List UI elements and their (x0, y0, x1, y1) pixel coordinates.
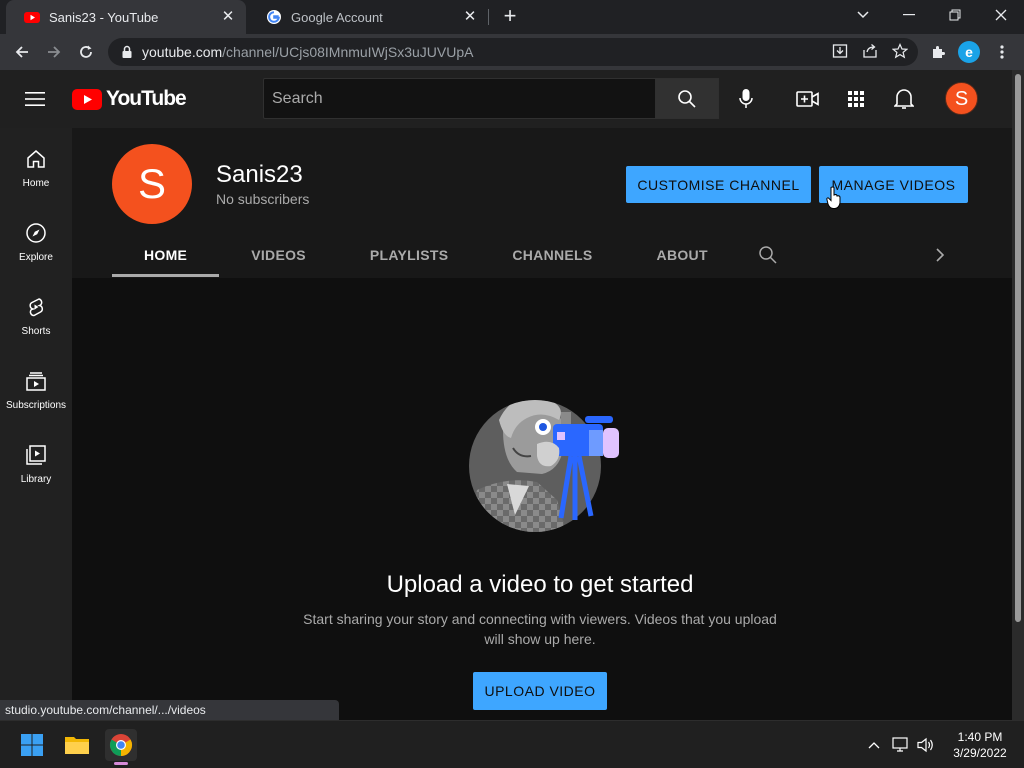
show-hidden-icons-chevron-icon[interactable] (864, 735, 884, 755)
chrome-menu-icon[interactable] (990, 40, 1014, 64)
tab-title: Google Account (291, 9, 383, 25)
youtube-logo[interactable]: YouTube (72, 87, 187, 111)
tab-close-icon[interactable]: ✕ (462, 9, 478, 25)
chrome-taskbar-button[interactable] (105, 729, 137, 761)
network-icon[interactable] (891, 735, 911, 755)
taskbar-clock[interactable]: 1:40 PM 3/29/2022 (944, 729, 1016, 761)
folder-icon (65, 737, 89, 754)
restore-button[interactable] (932, 0, 978, 30)
clock-time: 1:40 PM (957, 730, 1003, 744)
video-create-icon (796, 91, 819, 107)
subscriptions-icon (26, 372, 46, 391)
chrome-icon (110, 734, 132, 756)
shorts-icon (29, 298, 44, 317)
link-status-bubble: studio.youtube.com/channel/.../videos (0, 700, 339, 720)
customise-channel-button[interactable]: CUSTOMISE CHANNEL (626, 166, 811, 203)
youtube-play-logo-icon (72, 88, 102, 110)
microphone-icon (739, 89, 753, 108)
hamburger-menu-icon[interactable] (25, 89, 45, 109)
channel-tabs: HOME VIDEOS PLAYLISTS CHANNELS ABOUT (112, 233, 740, 277)
apps-button[interactable] (843, 86, 869, 112)
tab-title: Sanis23 - YouTube (49, 9, 159, 25)
guide-item-library[interactable]: Library (0, 424, 72, 498)
url-host: youtube.com (142, 44, 223, 60)
share-icon[interactable] (862, 43, 878, 59)
browser-tab-google-account[interactable]: Google Account ✕ (248, 0, 488, 34)
new-tab-button[interactable]: + (498, 5, 522, 29)
active-app-indicator (114, 762, 128, 765)
upload-video-button[interactable]: UPLOAD VIDEO (473, 672, 607, 710)
tab-close-icon[interactable]: ✕ (220, 9, 236, 25)
browser-toolbar: youtube.com/channel/UCjs08IMnmuIWjSx3uJU… (0, 34, 1024, 70)
notifications-button[interactable] (891, 86, 917, 112)
compass-icon (26, 223, 46, 243)
address-bar[interactable]: youtube.com/channel/UCjs08IMnmuIWjSx3uJU… (108, 38, 918, 66)
guide-item-label: Library (20, 474, 52, 485)
voice-search-button[interactable] (730, 83, 762, 115)
extension-e-icon[interactable]: e (958, 41, 980, 63)
tab-videos[interactable]: VIDEOS (219, 233, 338, 277)
videographer-illustration-icon (469, 400, 619, 532)
page-scrollbar[interactable] (1012, 70, 1024, 720)
apps-grid-icon (848, 91, 864, 107)
clock-date: 3/29/2022 (953, 746, 1007, 760)
windows-logo-icon (21, 734, 43, 756)
guide-item-label: Subscriptions (5, 400, 67, 411)
tab-channels[interactable]: CHANNELS (480, 233, 624, 277)
search-input[interactable]: Search (263, 78, 656, 119)
tab-home[interactable]: HOME (112, 233, 220, 277)
subscriber-count: No subscribers (216, 191, 310, 207)
file-explorer-button[interactable] (61, 729, 93, 761)
library-icon (26, 445, 46, 465)
search-icon (678, 89, 696, 108)
youtube-favicon-icon (24, 12, 40, 23)
youtube-masthead: YouTube Search S (0, 70, 1024, 128)
guide-item-shorts[interactable]: Shorts (0, 276, 72, 350)
browser-tab-strip: Sanis23 - YouTube ✕ Google Account ✕ + (0, 0, 1024, 34)
install-app-icon[interactable] (832, 43, 848, 59)
start-button[interactable] (16, 729, 48, 761)
windows-taskbar: 1:40 PM 3/29/2022 (0, 720, 1024, 768)
reload-icon[interactable] (74, 40, 98, 64)
scrollbar-thumb[interactable] (1015, 74, 1021, 622)
channel-header: S Sanis23 No subscribers CUSTOMISE CHANN… (72, 128, 1012, 278)
youtube-wordmark: YouTube (106, 87, 187, 110)
guide-item-explore[interactable]: Explore (0, 202, 72, 276)
tab-search-dropdown-icon[interactable] (840, 0, 886, 30)
hand-cursor-icon (826, 186, 841, 209)
channel-avatar: S (112, 144, 192, 224)
chevron-right-icon[interactable] (930, 245, 950, 265)
tab-separator (488, 9, 489, 25)
tab-about[interactable]: ABOUT (625, 233, 740, 277)
google-favicon-icon (267, 10, 281, 24)
empty-state-title: Upload a video to get started (386, 571, 694, 598)
guide-item-subscriptions[interactable]: Subscriptions (0, 350, 72, 424)
extensions-puzzle-icon[interactable] (926, 40, 950, 64)
mini-guide-sidebar: Home Explore Shorts Subscriptions Librar… (0, 128, 72, 720)
search-button[interactable] (655, 78, 719, 119)
guide-item-label: Home (22, 178, 50, 189)
bell-icon (894, 89, 914, 109)
url-path: /channel/UCjs08IMnmuIWjSx3uJUVUpA (222, 44, 474, 60)
forward-arrow-icon[interactable] (42, 40, 66, 64)
bookmark-star-icon[interactable] (892, 43, 908, 59)
channel-name: Sanis23 (216, 161, 303, 188)
guide-item-home[interactable]: Home (0, 128, 72, 202)
browser-tab-youtube[interactable]: Sanis23 - YouTube ✕ (6, 0, 246, 34)
channel-search-icon[interactable] (758, 245, 778, 265)
channel-content: Upload a video to get started Start shar… (72, 278, 1012, 720)
minimize-button[interactable] (886, 0, 932, 30)
create-video-button[interactable] (795, 86, 821, 112)
close-window-button[interactable] (978, 0, 1024, 30)
guide-item-label: Shorts (21, 326, 51, 337)
volume-icon[interactable] (916, 735, 936, 755)
account-avatar[interactable]: S (945, 82, 978, 115)
back-arrow-icon[interactable] (10, 40, 34, 64)
lock-icon (122, 45, 132, 58)
empty-state-subtitle: Start sharing your story and connecting … (303, 611, 777, 647)
tab-playlists[interactable]: PLAYLISTS (338, 233, 480, 277)
home-icon (27, 150, 45, 168)
guide-item-label: Explore (19, 252, 53, 263)
